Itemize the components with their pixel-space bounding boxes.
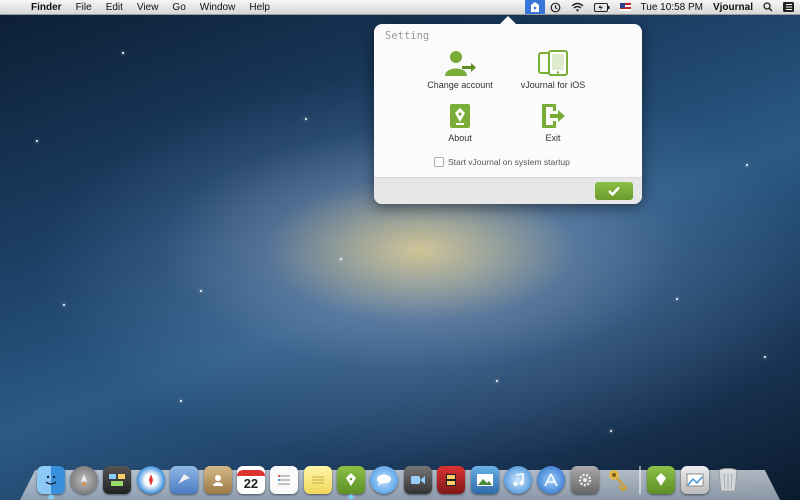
vjournal-icon[interactable] (337, 466, 366, 499)
star (764, 356, 766, 358)
vjournal-icon[interactable] (524, 0, 545, 14)
trash-icon[interactable] (714, 466, 742, 494)
iphoto-icon[interactable] (470, 466, 499, 494)
menu-go[interactable]: Go (165, 2, 192, 13)
about-label: About (448, 133, 472, 143)
calendar-day: 22 (243, 475, 259, 491)
mission-control-icon[interactable] (103, 466, 132, 494)
itunes-icon[interactable] (503, 466, 532, 494)
change-account-icon (445, 51, 476, 76)
status-area: Tue 10:58 PM Vjournal (524, 0, 800, 14)
preview-icon[interactable] (680, 466, 709, 494)
star (305, 118, 307, 120)
confirm-button[interactable] (595, 182, 633, 200)
dock-divider (638, 466, 641, 494)
popover-title: Setting (385, 30, 430, 42)
menu-view[interactable]: View (130, 2, 166, 13)
menu-edit[interactable]: Edit (99, 2, 130, 13)
menu-window[interactable]: Window (193, 2, 243, 13)
wifi-icon[interactable] (566, 0, 589, 14)
star (180, 400, 182, 402)
mail-icon[interactable] (170, 466, 199, 494)
flag-icon[interactable] (615, 0, 636, 14)
app-store-icon[interactable] (537, 466, 566, 494)
notification-icon[interactable] (778, 0, 800, 14)
menu-bar: Finder File Edit View Go Window Help Tue… (0, 0, 800, 15)
star (63, 304, 65, 306)
star (122, 52, 124, 54)
change-account-button[interactable]: Change account (410, 50, 510, 90)
dock: 22 (34, 458, 745, 499)
startup-checkbox[interactable] (434, 157, 444, 167)
calendar-icon[interactable]: 22 (236, 466, 265, 494)
star (36, 140, 38, 142)
facetime-icon[interactable] (403, 466, 432, 494)
contacts-icon[interactable] (203, 466, 232, 494)
settings-popover: Setting Change account vJournal for iOS … (374, 16, 642, 204)
popover-footer (374, 177, 642, 204)
time-machine-icon[interactable] (545, 0, 566, 14)
system-preferences-icon[interactable] (570, 466, 599, 494)
ios-device-icon (538, 50, 568, 76)
finder-icon[interactable] (36, 466, 65, 499)
startup-option[interactable]: Start vJournal on system startup (434, 157, 570, 167)
notes-icon[interactable] (303, 466, 332, 494)
safari-icon[interactable] (136, 466, 165, 494)
star (746, 164, 748, 166)
change-account-label: Change account (427, 80, 493, 90)
launchpad-icon[interactable] (70, 466, 99, 494)
clock[interactable]: Tue 10:58 PM (636, 0, 708, 14)
about-button[interactable]: About (410, 103, 510, 143)
menu-file[interactable]: File (69, 2, 99, 13)
star (676, 298, 678, 300)
vjournal-ios-button[interactable]: vJournal for iOS (503, 50, 603, 90)
star (496, 380, 498, 382)
reminders-icon[interactable] (270, 466, 299, 494)
startup-label: Start vJournal on system startup (448, 157, 570, 167)
keychain-icon[interactable] (604, 466, 632, 494)
star (200, 290, 202, 292)
photo-booth-icon[interactable] (437, 466, 466, 494)
exit-icon (542, 104, 565, 128)
vjournal-doc-icon[interactable] (647, 466, 676, 494)
exit-label: Exit (545, 133, 561, 143)
star (610, 430, 612, 432)
star (340, 258, 342, 260)
spotlight-icon[interactable] (758, 0, 778, 14)
messages-icon[interactable] (370, 466, 399, 494)
about-icon (450, 104, 470, 128)
user-name[interactable]: Vjournal (708, 0, 758, 14)
exit-button[interactable]: Exit (503, 103, 603, 143)
checkmark-icon (608, 186, 620, 196)
menu-help[interactable]: Help (242, 2, 277, 13)
vjournal-ios-label: vJournal for iOS (520, 80, 586, 90)
menu-app-name[interactable]: Finder (24, 2, 69, 13)
battery-icon[interactable] (589, 0, 615, 14)
